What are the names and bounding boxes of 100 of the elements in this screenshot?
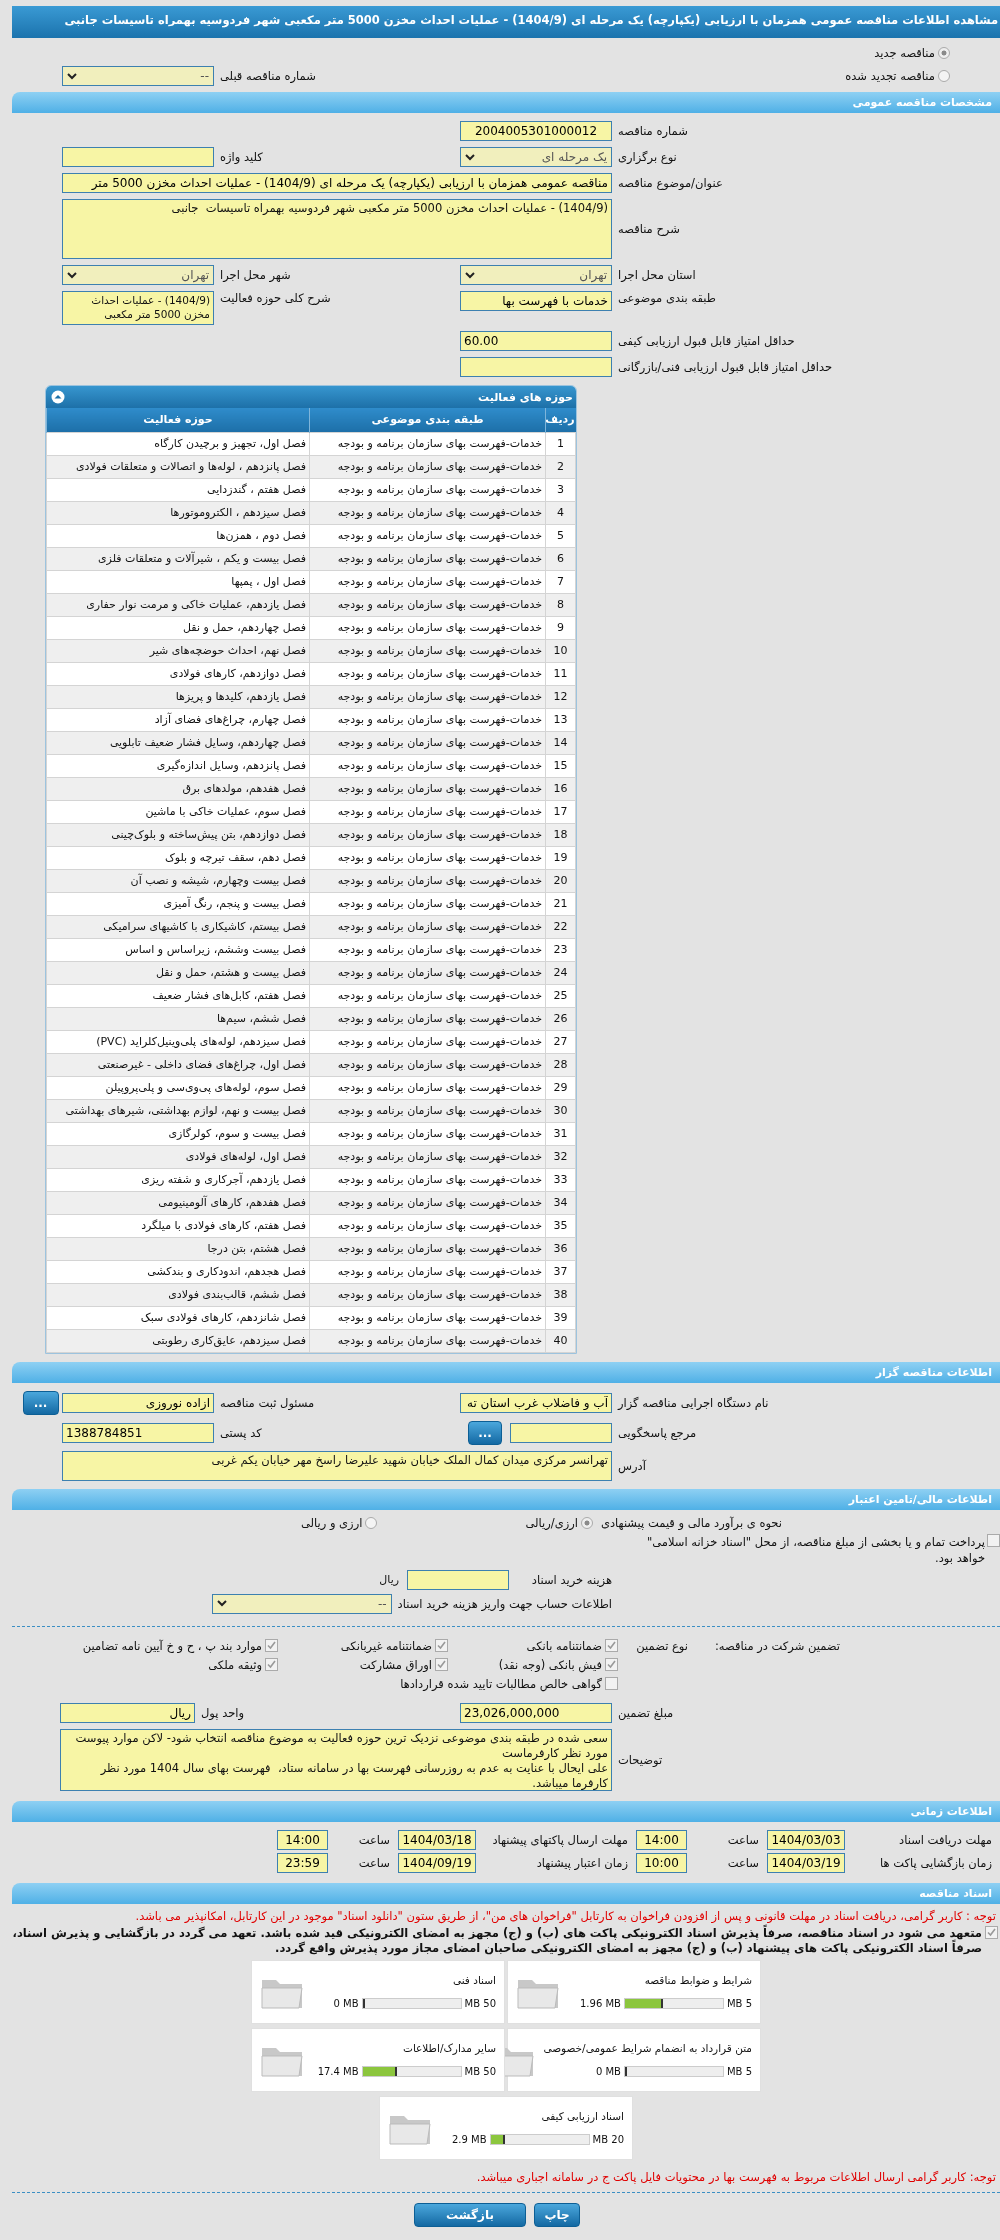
field-label: زمان بازگشایی پاکت ها [879,1855,993,1870]
checkbox[interactable] [605,1677,618,1690]
collapse-icon[interactable] [51,390,65,404]
amount-field[interactable]: 23,026,000,000 [460,1702,612,1723]
date-field[interactable]: 1404/03/18 [398,1829,476,1850]
checkbox[interactable] [605,1658,618,1671]
table-cell: 13 [545,708,576,731]
province-select[interactable]: تهران [460,265,612,285]
table-cell: 20 [545,869,576,892]
table-cell: فصل چهاردهم، وسایل فشار ضعیف تابلویی [46,731,310,754]
holding-type-select[interactable]: یک مرحله ای [460,147,612,167]
table-cell: فصل دوازدهم، بتن پیش‌ساخته و بلوک‌چینی [46,823,310,846]
category-field[interactable]: خدمات با فهرست بها [460,291,612,311]
table-cell: فصل سیزدهم، عایق‌کاری رطوبتی [46,1329,310,1352]
checkbox[interactable] [987,1533,1000,1547]
table-cell: خدمات-فهرست بهای سازمان برنامه و بودجه [309,800,546,823]
notes-field[interactable]: سعی شده در طبقه بندی موضوعی نزدیک ترین حوزه فعالیت به موضوع مناقصه انتخاب شود- لاکن موارد پیوست مورد نظر کارفرماست علی ایحال با عنایت به عدم به روزرسانی فهرست بها در سامانه ستاد، فهرست بهای سال 1404 مورد نظر کارفرما میباشد. [60,1728,612,1791]
table-cell: خدمات-فهرست بهای سازمان برنامه و بودجه [309,1306,546,1329]
table-cell: 12 [545,685,576,708]
table-cell: 17 [545,800,576,823]
organization-field[interactable]: آب و فاضلاب غرب استان ته [460,1392,612,1413]
city-select[interactable]: تهران [62,265,214,285]
time-field[interactable]: 14:00 [277,1829,328,1850]
notice-text: توجه : کاربر گرامی، دریافت اسناد در مهلت قانونی و پس از افزودن فراخوان به کارتابل "فراخوان های من"، از طریق ستون "دانلود اسناد" موجود در این کارتابل، امکانپذیر می باشد. [134,1908,997,1923]
table-cell: 5 [545,524,576,547]
checkbox[interactable] [265,1639,278,1652]
checkbox[interactable] [435,1658,448,1671]
table-cell: فصل بیست و سوم، کولرگازی [46,1122,310,1145]
table-cell: خدمات-فهرست بهای سازمان برنامه و بودجه [309,501,546,524]
table-cell: فصل یازدهم، کلیدها و پریزها [46,685,310,708]
radio-button[interactable] [365,1516,378,1529]
browse-button[interactable]: ... [22,1390,59,1415]
keyword-field[interactable] [62,147,214,167]
field-label: مهلت دریافت اسناد [898,1832,993,1847]
panel-title: حوزه های فعالیت [478,390,573,404]
table-cell: خدمات-فهرست بهای سازمان برنامه و بودجه [309,708,546,731]
field-label: نام دستگاه اجرایی مناقصه گزار [616,1395,770,1410]
reference-field[interactable] [510,1422,612,1443]
table-cell: فصل هفدهم، مولدهای برق [46,777,310,800]
field-label: ساعت [357,1832,391,1847]
field-label: تضمین شرکت در مناقصه: [713,1638,841,1653]
quality-score-field[interactable]: 60.00 [460,331,612,351]
table-cell: خدمات-فهرست بهای سازمان برنامه و بودجه [309,1168,546,1191]
table-cell: فصل اول، لوله‌های فولادی [46,1145,310,1168]
table-cell: 36 [545,1237,576,1260]
table-cell: خدمات-فهرست بهای سازمان برنامه و بودجه [309,938,546,961]
time-field[interactable]: 10:00 [636,1852,687,1873]
table-cell: فصل بیست وششم، زیراساس و اساس [46,938,310,961]
account-select[interactable]: -- [211,1593,392,1614]
date-field[interactable]: 1404/03/19 [767,1852,845,1873]
section-header: اطلاعات مناقصه گزار [12,1361,1000,1383]
field-label: شماره مناقصه [617,124,689,138]
table-cell: فصل بیست و نهم، لوازم بهداشتی، شیرهای بهداشتی [46,1099,310,1122]
activity-summary-field[interactable]: (1404/9) - عملیات احداث مخزن 5000 متر مکعبی [62,291,214,325]
checkbox-label: گواهی خالص مطالبات تایید شده قراردادها [400,1676,602,1691]
column-header: طبقه بندی موضوعی [309,408,546,432]
radio-button[interactable] [938,70,950,82]
field-label: اطلاعات حساب جهت واریز هزینه خرید اسناد [397,1596,612,1611]
subject-field[interactable]: مناقصه عمومی همزمان با ارزیابی (یکپارچه) یک مرحله ای (1404/9) - عملیات احداث مخزن 5000 متر [62,173,612,193]
back-button[interactable]: بازگشت [414,2202,526,2227]
table-cell: 23 [545,938,576,961]
table-cell: خدمات-فهرست بهای سازمان برنامه و بودجه [309,1191,546,1214]
address-field[interactable]: تهرانسر مرکزی میدان کمال الملک خیابان شهید علیرضا راسخ مهر خیابان یکم غربی [62,1450,612,1481]
table-cell: فصل یازدهم، عملیات خاکی و مرمت نوار حفاری [46,593,310,616]
table-cell: خدمات-فهرست بهای سازمان برنامه و بودجه [309,777,546,800]
table-cell: فصل سیزدهم ، الکتروموتورها [46,501,310,524]
field-label: ساعت [726,1832,760,1847]
document-name: اسناد ارزیابی کیفی [540,2110,624,2122]
description-field[interactable]: (1404/9) - عملیات احداث مخزن 5000 متر مکعبی شهر فردوسیه بهمراه تاسیسات جانبی [62,199,612,259]
table-cell: 21 [545,892,576,915]
table-cell: خدمات-فهرست بهای سازمان برنامه و بودجه [309,846,546,869]
field-label: نوع برگزاری [617,150,678,164]
date-field[interactable]: 1404/09/19 [398,1852,476,1873]
tender-number-field[interactable]: 2004005301000012 [460,121,612,141]
table-cell: خدمات-فهرست بهای سازمان برنامه و بودجه [309,685,546,708]
table-cell: 10 [545,639,576,662]
browse-button[interactable]: ... [468,1420,502,1445]
checkbox[interactable] [605,1639,618,1652]
checkbox[interactable] [435,1639,448,1652]
radio-button[interactable] [938,47,950,59]
registrar-field[interactable]: ازاده نوروزی [62,1392,214,1413]
checkbox[interactable] [985,1925,998,1939]
commitment-text: متعهد می شود در اسناد مناقصه، صرفاً پذیرش اسناد الکترونیکی پاکت های (ب) و (ج) مجهز به امضای الکترونیکی قید شده باشد. تعهد می گردد در بازگشایی و پذیرش اسناد، صرفاً اسناد الکترونیکی پاکت های پیشنهاد (ب) و (ج) مجهز به امضای الکترونیکی صاحبان امضای مجاز مورد پذیرش واقع گردد. [11,1925,982,1956]
previous-tender-select[interactable]: -- [62,66,214,86]
time-field[interactable]: 14:00 [636,1829,687,1850]
table-cell: خدمات-فهرست بهای سازمان برنامه و بودجه [309,961,546,984]
checkbox[interactable] [265,1658,278,1671]
date-field[interactable]: 1404/03/03 [767,1829,845,1850]
table-cell: فصل سوم، لوله‌های پی‌وی‌سی و پلی‌پروپیلن [46,1076,310,1099]
print-button[interactable]: چاپ [534,2202,580,2227]
document-name: شرایط و ضوابط مناقصه [643,1974,752,1986]
radio-button[interactable] [580,1516,593,1529]
document-cost-field[interactable] [407,1569,509,1590]
table-cell: 33 [545,1168,576,1191]
time-field[interactable]: 23:59 [277,1852,328,1873]
technical-score-field[interactable] [460,357,612,377]
currency-field[interactable]: ریال [60,1702,195,1723]
size-limit: 5 MB [726,2066,752,2077]
table-cell: خدمات-فهرست بهای سازمان برنامه و بودجه [309,754,546,777]
postal-code-field[interactable]: 1388784851 [62,1422,214,1443]
